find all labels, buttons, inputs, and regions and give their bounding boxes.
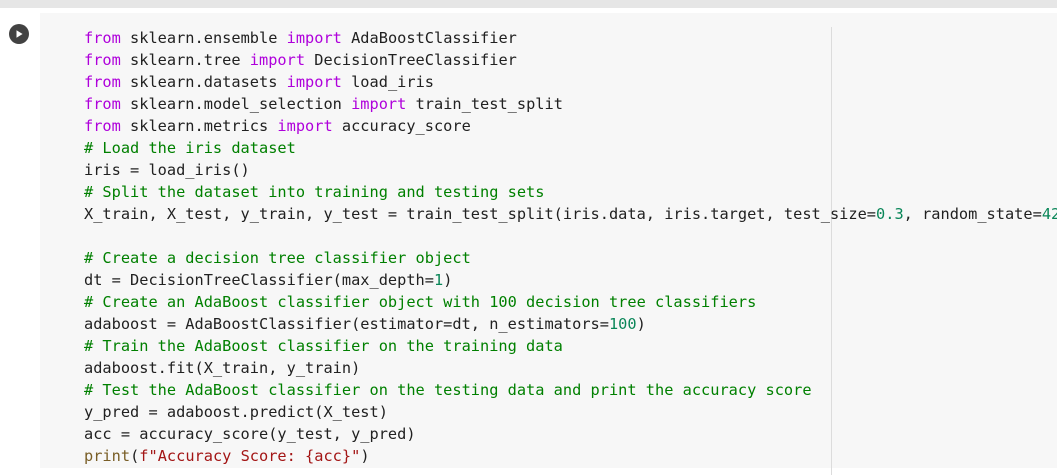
code-token-keyword: from <box>84 29 121 47</box>
code-token-plain: sklearn.ensemble <box>120 29 287 47</box>
code-token-keyword: from <box>84 73 121 91</box>
code-token-plain: , random_state= <box>903 205 1042 223</box>
code-line: adaboost = AdaBoostClassifier(estimator=… <box>84 313 1057 335</box>
code-token-comment: # Train the AdaBoost classifier on the t… <box>84 337 563 355</box>
code-token-plain: ) <box>443 271 453 289</box>
code-token-keyword: import <box>249 51 306 69</box>
code-token-plain: load_iris <box>341 73 434 91</box>
code-token-comment: # Create an AdaBoost classifier object w… <box>84 293 757 311</box>
code-token-string: f"Accuracy Score: {acc}" <box>139 447 361 465</box>
run-cell-button[interactable] <box>9 24 29 44</box>
code-token-comment: # Load the iris dataset <box>84 139 296 157</box>
code-token-plain: ) <box>360 447 370 465</box>
code-line: # Train the AdaBoost classifier on the t… <box>84 335 1057 357</box>
code-token-plain: DecisionTreeClassifier <box>305 51 517 69</box>
code-line: iris = load_iris() <box>84 159 1057 181</box>
code-token-plain: iris = load_iris() <box>84 161 250 179</box>
code-token-comment: # Create a decision tree classifier obje… <box>84 249 471 267</box>
code-token-keyword: import <box>286 73 342 91</box>
code-token-keyword: from <box>84 51 121 69</box>
notebook-top-border <box>0 0 1057 8</box>
code-line: dt = DecisionTreeClassifier(max_depth=1) <box>84 269 1057 291</box>
code-token-comment: # Split the dataset into training and te… <box>84 183 545 201</box>
code-token-plain: train_test_split <box>406 95 563 113</box>
code-line: y_pred = adaboost.predict(X_test) <box>84 401 1057 423</box>
code-token-plain: sklearn.model_selection <box>120 95 352 113</box>
code-line: from sklearn.datasets import load_iris <box>84 71 1057 93</box>
code-line: # Load the iris dataset <box>84 137 1057 159</box>
code-token-plain: ( <box>130 447 140 465</box>
code-token-comment: # Test the AdaBoost classifier on the te… <box>84 381 812 399</box>
code-token-plain: sklearn.datasets <box>120 73 287 91</box>
code-line: print(f"Accuracy Score: {acc}") <box>84 445 1057 467</box>
code-token-plain: accuracy_score <box>332 117 471 135</box>
code-token-plain: AdaBoostClassifier <box>341 29 517 47</box>
code-token-keyword: import <box>286 29 342 47</box>
code-content[interactable]: from sklearn.ensemble import AdaBoostCla… <box>84 27 1057 467</box>
code-line: from sklearn.metrics import accuracy_sco… <box>84 115 1057 137</box>
code-line: # Test the AdaBoost classifier on the te… <box>84 379 1057 401</box>
code-token-plain: y_pred = adaboost.predict(X_test) <box>84 403 388 421</box>
code-token-plain: acc = accuracy_score(y_test, y_pred) <box>84 425 416 443</box>
code-cell[interactable]: from sklearn.ensemble import AdaBoostCla… <box>0 8 1057 475</box>
code-line: from sklearn.model_selection import trai… <box>84 93 1057 115</box>
code-token-number: 42 <box>1041 205 1057 223</box>
code-token-plain: sklearn.metrics <box>120 117 278 135</box>
code-token-plain: dt = DecisionTreeClassifier(max_depth= <box>84 271 434 289</box>
cell-gutter <box>0 8 40 468</box>
code-token-plain: adaboost.fit(X_train, y_train) <box>84 359 361 377</box>
code-line: ​ <box>84 225 1057 247</box>
code-token-plain: X_train, X_test, y_train, y_test = train… <box>84 205 877 223</box>
code-token-keyword: import <box>277 117 333 135</box>
code-line: # Split the dataset into training and te… <box>84 181 1057 203</box>
code-token-builtin: print <box>84 447 131 465</box>
code-token-plain: ) <box>636 315 646 333</box>
code-line: from sklearn.tree import DecisionTreeCla… <box>84 49 1057 71</box>
code-line: adaboost.fit(X_train, y_train) <box>84 357 1057 379</box>
code-token-plain: sklearn.tree <box>120 51 250 69</box>
code-token-keyword: from <box>84 117 121 135</box>
code-token-number: 100 <box>608 315 637 333</box>
code-line: # Create a decision tree classifier obje… <box>84 247 1057 269</box>
code-editor[interactable]: from sklearn.ensemble import AdaBoostCla… <box>40 13 1057 475</box>
code-token-plain: adaboost = AdaBoostClassifier(estimator=… <box>84 315 609 333</box>
code-token-keyword: import <box>351 95 407 113</box>
code-line: X_train, X_test, y_train, y_test = train… <box>84 203 1057 225</box>
code-token-number: 1 <box>433 271 444 289</box>
code-token-number: 0.3 <box>876 205 904 223</box>
code-line: acc = accuracy_score(y_test, y_pred) <box>84 423 1057 445</box>
code-line: # Create an AdaBoost classifier object w… <box>84 291 1057 313</box>
code-token-keyword: from <box>84 95 121 113</box>
code-line: from sklearn.ensemble import AdaBoostCla… <box>84 27 1057 49</box>
play-icon <box>16 30 23 38</box>
